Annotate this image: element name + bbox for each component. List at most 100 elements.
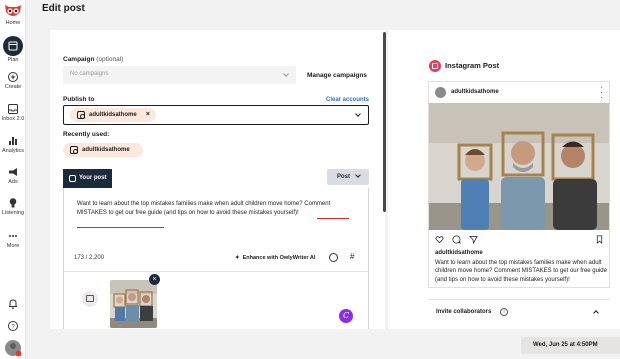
- nav-item-analytics[interactable]: Analytics: [0, 135, 26, 154]
- campaign-optional-text: (optional): [96, 56, 124, 63]
- nav-label-more: More: [6, 243, 20, 249]
- instagram-icon: [429, 60, 441, 72]
- page-title: Edit post: [42, 3, 85, 14]
- sparkle-icon: ✦: [235, 255, 240, 261]
- tab-your-post[interactable]: Your post: [63, 169, 112, 188]
- heart-icon[interactable]: [435, 235, 444, 244]
- family-photo: [429, 103, 609, 230]
- selected-profile-name: adultkidsathome: [89, 111, 137, 118]
- clear-accounts-link[interactable]: Clear accounts: [326, 97, 369, 103]
- image-icon: [86, 295, 94, 302]
- preview-username: adultkidsathome: [451, 89, 499, 95]
- instagram-icon: [70, 146, 78, 154]
- caption-text-part3: (and tips on how to avoid these mistakes…: [162, 210, 299, 216]
- nav-item-create[interactable]: Create: [0, 71, 26, 90]
- instagram-icon: [77, 111, 85, 119]
- compose-box: Want to learn about the top mistakes fam…: [63, 188, 369, 329]
- emoji-icon[interactable]: [329, 253, 338, 262]
- owlywriter-label: Enhance with OwlyWriter AI: [242, 255, 316, 261]
- annotation-underline: [317, 218, 349, 219]
- nav-label-listening: Listening: [1, 210, 25, 216]
- caption-textarea[interactable]: Want to learn about the top mistakes fam…: [77, 200, 357, 218]
- bell-icon: [9, 299, 17, 310]
- header: Edit post: [26, 0, 620, 18]
- post-type-label: Post: [337, 174, 351, 180]
- ellipsis-icon: [9, 235, 17, 237]
- nav-item-more[interactable]: More: [0, 230, 26, 249]
- instagram-preview-card: adultkidsathome · · · adultkidsathome Wa…: [428, 81, 610, 288]
- help-circle-icon: ?: [8, 321, 18, 331]
- recently-used-label: Recently used:: [63, 131, 110, 138]
- editor-scrollbar[interactable]: [383, 32, 386, 212]
- chevron-down-icon: [355, 111, 361, 117]
- nav-label-analytics: Analytics: [1, 148, 24, 154]
- bar-chart-icon: [9, 137, 17, 145]
- plus-circle-icon: [8, 72, 18, 82]
- post-image: [429, 103, 609, 230]
- nav-item-ads[interactable]: Ads: [0, 166, 26, 185]
- compose-divider: [64, 271, 368, 272]
- nav-label-inbox: Inbox 2.0: [1, 116, 25, 122]
- media-thumbnail[interactable]: [110, 280, 157, 328]
- instagram-icon: [69, 175, 76, 182]
- nav-label-create: Create: [4, 84, 22, 90]
- post-type-dropdown[interactable]: Post: [327, 169, 369, 185]
- campaign-label: Campaign (optional): [63, 56, 123, 63]
- recent-profile-chip[interactable]: adultkidsathome: [63, 143, 143, 157]
- nav-item-inbox[interactable]: Inbox 2.0: [0, 103, 26, 122]
- preview-title: Instagram Post: [445, 61, 500, 70]
- owlywriter-button[interactable]: ✦ Enhance with OwlyWriter AI: [235, 255, 315, 261]
- caption-text-part1: Want to learn about the top mistakes fam…: [77, 201, 305, 207]
- recent-profile-name: adultkidsathome: [82, 146, 130, 153]
- publish-to-label: Publish to: [63, 96, 95, 103]
- nav-item-listening[interactable]: Listening: [0, 197, 26, 216]
- chevron-down-icon: [355, 172, 361, 178]
- comment-icon[interactable]: [452, 235, 461, 244]
- canva-button[interactable]: C: [339, 309, 353, 323]
- share-icon[interactable]: [469, 235, 478, 244]
- post-actions: [435, 235, 605, 245]
- invite-collaborators-label: Invite collaborators: [436, 309, 492, 315]
- megaphone-icon: [9, 168, 17, 176]
- annotation-underline: [77, 227, 164, 228]
- selected-profile-chip: adultkidsathome ×: [70, 108, 156, 122]
- post-editor-panel: Campaign (optional) No campaigns Manage …: [50, 30, 385, 329]
- campaign-placeholder: No campaigns: [70, 71, 109, 77]
- caption-username: adultkidsathome: [435, 250, 483, 256]
- invite-collaborators-section[interactable]: Invite collaborators i: [428, 299, 610, 325]
- character-count: 173 / 2,200: [74, 255, 105, 261]
- add-media-button[interactable]: [82, 291, 98, 307]
- campaign-select: No campaigns: [63, 66, 296, 84]
- owl-logo-icon: [5, 5, 21, 16]
- nav-label-ads: Ads: [8, 179, 18, 185]
- bookmark-icon[interactable]: [595, 235, 604, 244]
- family-photo-thumbnail: [110, 280, 157, 328]
- help-button[interactable]: ?: [0, 320, 26, 332]
- svg-text:?: ?: [11, 324, 15, 330]
- info-icon[interactable]: i: [500, 308, 508, 316]
- chevron-down-icon: [283, 71, 289, 77]
- nav-item-home[interactable]: Home: [0, 3, 26, 26]
- calendar-icon: [3, 36, 23, 56]
- nav-label-plan: Plan: [7, 57, 19, 63]
- nav-item-plan[interactable]: Plan: [0, 36, 26, 63]
- manage-campaigns-link[interactable]: Manage campaigns: [307, 72, 367, 79]
- schedule-time-button[interactable]: Wed, Jun 25 at 4:50PM: [521, 337, 620, 354]
- chevron-up-icon: [593, 310, 599, 316]
- preview-caption: Want to learn about the top mistakes fam…: [435, 260, 607, 283]
- more-options-icon[interactable]: · · ·: [600, 84, 603, 102]
- nav-label-home: Home: [5, 20, 21, 26]
- remove-profile-icon[interactable]: ×: [146, 111, 150, 118]
- lightbulb-icon: [9, 198, 17, 208]
- tab-your-post-label: Your post: [79, 175, 107, 181]
- left-nav: Home Plan Create Inbox 2.0 Analytics Ads…: [0, 0, 26, 359]
- preview-panel: Instagram Post adultkidsathome · · · adu…: [388, 30, 620, 329]
- remove-media-button[interactable]: ×: [149, 274, 160, 285]
- campaign-label-text: Campaign: [63, 56, 95, 63]
- user-avatar-button[interactable]: [0, 339, 26, 357]
- notifications-button[interactable]: [0, 298, 26, 310]
- hashtag-button[interactable]: #: [350, 252, 354, 261]
- profile-avatar: [435, 87, 446, 98]
- inbox-icon: [8, 104, 18, 114]
- publish-to-select[interactable]: adultkidsathome ×: [63, 105, 369, 125]
